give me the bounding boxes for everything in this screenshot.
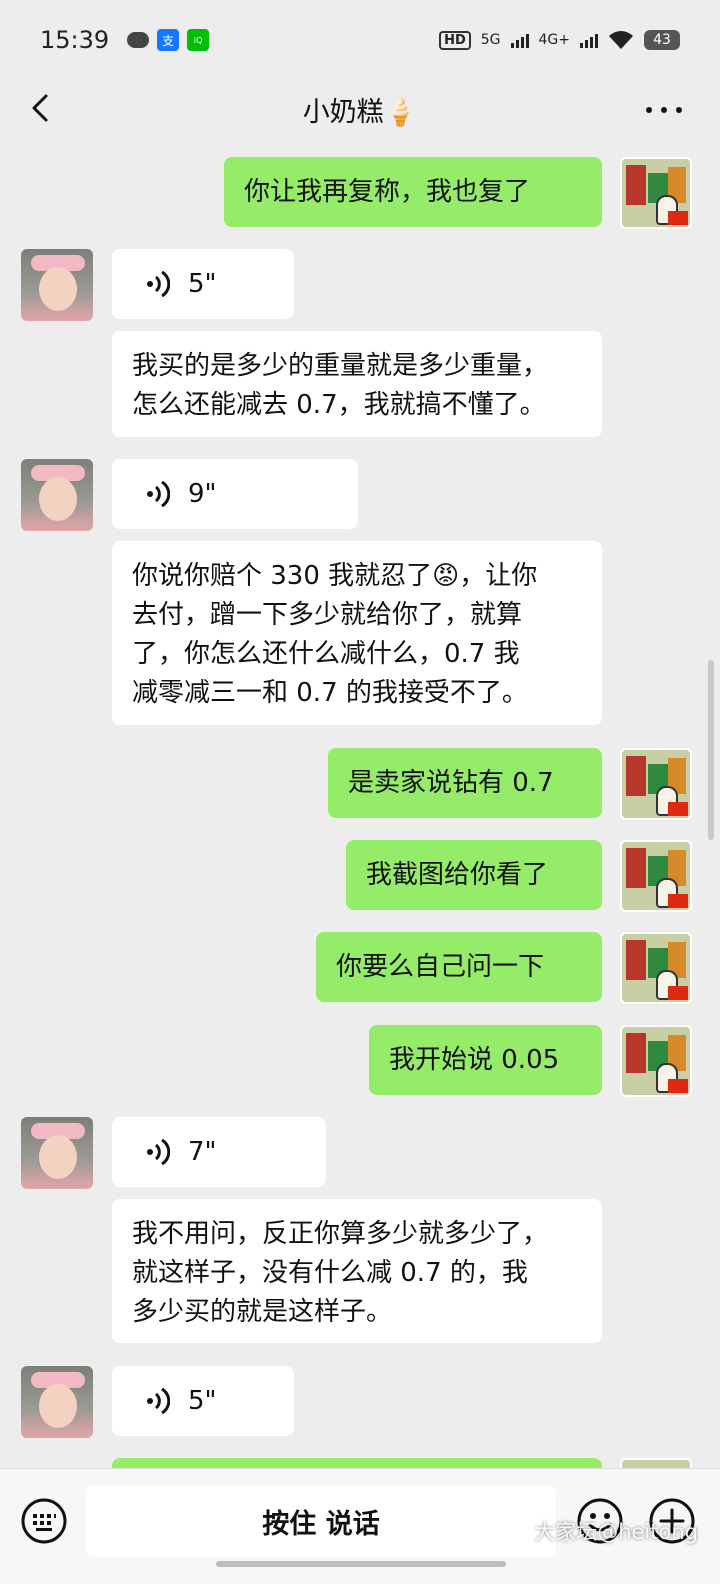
my-avatar[interactable] (620, 932, 692, 1004)
wechat-notification-icon (127, 32, 150, 48)
signal-2-icon (580, 32, 598, 48)
voice-message-bubble[interactable]: 5" (112, 1366, 294, 1436)
voice-wave-icon (147, 1387, 170, 1415)
my-avatar[interactable] (620, 840, 692, 912)
my-message-bubble[interactable]: 我截图给你看了 (346, 840, 602, 910)
more-options-icon[interactable] (646, 92, 682, 128)
my-message-bubble[interactable]: 我开始说 0.05 (369, 1025, 602, 1095)
contact-message-bubble[interactable]: 我不用问，反正你算多少就多少了， 就这样子，没有什么减 0.7 的，我 多少买的… (112, 1199, 602, 1343)
my-avatar[interactable] (620, 748, 692, 820)
status-indicators: HD 5G 4G+ 43 (439, 30, 680, 50)
voice-duration: 5" (188, 1385, 217, 1416)
watermark: 大家坛@heitong (534, 1520, 698, 1544)
contact-message-bubble[interactable]: 你说你赔个 330 我就忍了😡，让你 去付，蹭一下多少就给你了，就算 了，你怎么… (112, 541, 602, 725)
back-arrow-icon[interactable] (24, 90, 60, 126)
message-text: 是卖家说钻有 0.7 (348, 767, 554, 798)
message-text: 我买的是多少的重量就是多少重量， 怎么还能减去 0.7，我就搞不懂了。 (132, 351, 549, 420)
battery-icon: 43 (644, 30, 680, 50)
iqiyi-notification-icon: iQ (187, 29, 210, 51)
my-avatar[interactable] (620, 1025, 692, 1097)
voice-duration: 9" (188, 478, 217, 509)
my-message-bubble[interactable]: 你让我再复称，我也复了 (224, 157, 602, 227)
message-text: 我截图给你看了 (366, 859, 549, 890)
status-bar: 15:39 支 iQ HD 5G 4G+ 43 (0, 0, 720, 80)
contact-message-bubble[interactable]: 我买的是多少的重量就是多少重量， 怎么还能减去 0.7，我就搞不懂了。 (112, 331, 602, 437)
network-5g-label: 5G (480, 32, 501, 48)
wifi-icon (609, 31, 633, 49)
voice-message-bubble[interactable]: 5" (112, 249, 294, 319)
message-text: 你说你赔个 330 我就忍了😡，让你 去付，蹭一下多少就给你了，就算 了，你怎么… (132, 561, 538, 708)
voice-wave-icon (147, 1138, 170, 1166)
contact-avatar[interactable] (21, 249, 93, 321)
voice-duration: 7" (188, 1136, 217, 1167)
message-text: 你要么自己问一下 (336, 951, 545, 982)
message-text: 你让我再复称，我也复了 (244, 176, 531, 207)
voice-duration: 5" (188, 268, 217, 299)
status-time: 15:39 (40, 26, 110, 54)
signal-1-icon (510, 32, 529, 48)
message-text: 我开始说 0.05 (389, 1044, 560, 1075)
home-indicator[interactable] (216, 1561, 506, 1567)
voice-message-bubble[interactable]: 9" (112, 459, 358, 529)
alipay-notification-icon: 支 (157, 29, 180, 51)
contact-avatar[interactable] (21, 1117, 93, 1189)
contact-avatar[interactable] (21, 459, 93, 531)
hd-voice-icon: HD (439, 30, 471, 50)
my-avatar[interactable] (620, 157, 692, 229)
chat-header: 小奶糕🍦 (0, 80, 720, 138)
voice-wave-icon (147, 270, 170, 298)
keyboard-icon[interactable] (20, 1497, 68, 1545)
my-message-bubble[interactable]: 你要么自己问一下 (316, 932, 602, 1002)
hold-to-talk-button[interactable]: 按住 说话 (86, 1485, 556, 1557)
chat-title: 小奶糕🍦 (302, 96, 418, 128)
my-message-bubble[interactable]: 是卖家说钻有 0.7 (328, 748, 602, 818)
scrollbar[interactable] (708, 660, 714, 840)
voice-message-bubble[interactable]: 7" (112, 1117, 326, 1187)
message-text: 我不用问，反正你算多少就多少了， 就这样子，没有什么减 0.7 的，我 多少买的… (132, 1219, 549, 1327)
network-4g-label: 4G+ (538, 32, 571, 48)
contact-avatar[interactable] (21, 1366, 93, 1438)
voice-wave-icon (147, 480, 170, 508)
